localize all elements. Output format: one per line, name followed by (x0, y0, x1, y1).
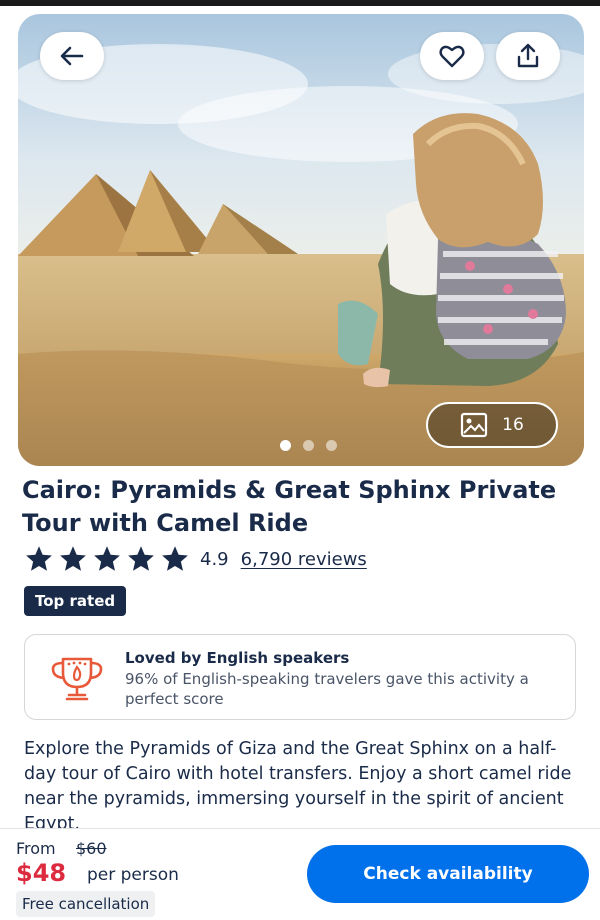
arrow-left-icon (60, 46, 84, 66)
status-bar (0, 0, 600, 6)
photo-count-button[interactable]: 16 (426, 402, 558, 448)
star-icon (162, 546, 188, 571)
current-price: $48 (16, 859, 67, 887)
original-price: $60 (76, 839, 107, 858)
booking-footer: From $60 $48 per person Free cancellatio… (0, 828, 600, 920)
favorite-button[interactable] (420, 32, 484, 80)
photo-count-label: 16 (502, 415, 524, 435)
star-rating (24, 544, 190, 574)
reviews-link[interactable]: 6,790 reviews (241, 549, 367, 570)
star-icon (60, 546, 86, 571)
share-button[interactable] (496, 32, 560, 80)
loved-by-description: 96% of English-speaking travelers gave t… (125, 670, 529, 708)
image-icon (461, 412, 488, 438)
hero-photo (18, 14, 584, 466)
heart-icon (439, 45, 465, 68)
carousel-dot[interactable] (280, 440, 291, 451)
free-cancellation-tag: Free cancellation (16, 891, 156, 917)
loved-by-title: Loved by English speakers (125, 649, 350, 667)
hero-gallery[interactable]: 16 (18, 14, 584, 466)
share-icon (517, 43, 539, 68)
back-button[interactable] (40, 32, 104, 80)
rating-value: 4.9 (200, 548, 229, 570)
carousel-dot[interactable] (326, 440, 337, 451)
per-person-label: per person (87, 865, 179, 885)
from-label: From (16, 839, 56, 858)
activity-description: Explore the Pyramids of Giza and the Gre… (24, 739, 572, 834)
carousel-dots (280, 440, 337, 451)
star-icon (94, 546, 120, 571)
carousel-dot[interactable] (303, 440, 314, 451)
loved-by-card: Loved by English speakers 96% of English… (24, 634, 576, 720)
check-availability-button[interactable]: Check availability (307, 845, 589, 903)
trophy-icon (51, 657, 103, 701)
star-icon (128, 546, 154, 571)
activity-title: Cairo: Pyramids & Great Sphinx Private T… (22, 476, 557, 537)
rating-row: 4.9 6,790 reviews (24, 544, 367, 574)
star-icon (26, 546, 52, 571)
top-rated-badge: Top rated (24, 586, 127, 616)
